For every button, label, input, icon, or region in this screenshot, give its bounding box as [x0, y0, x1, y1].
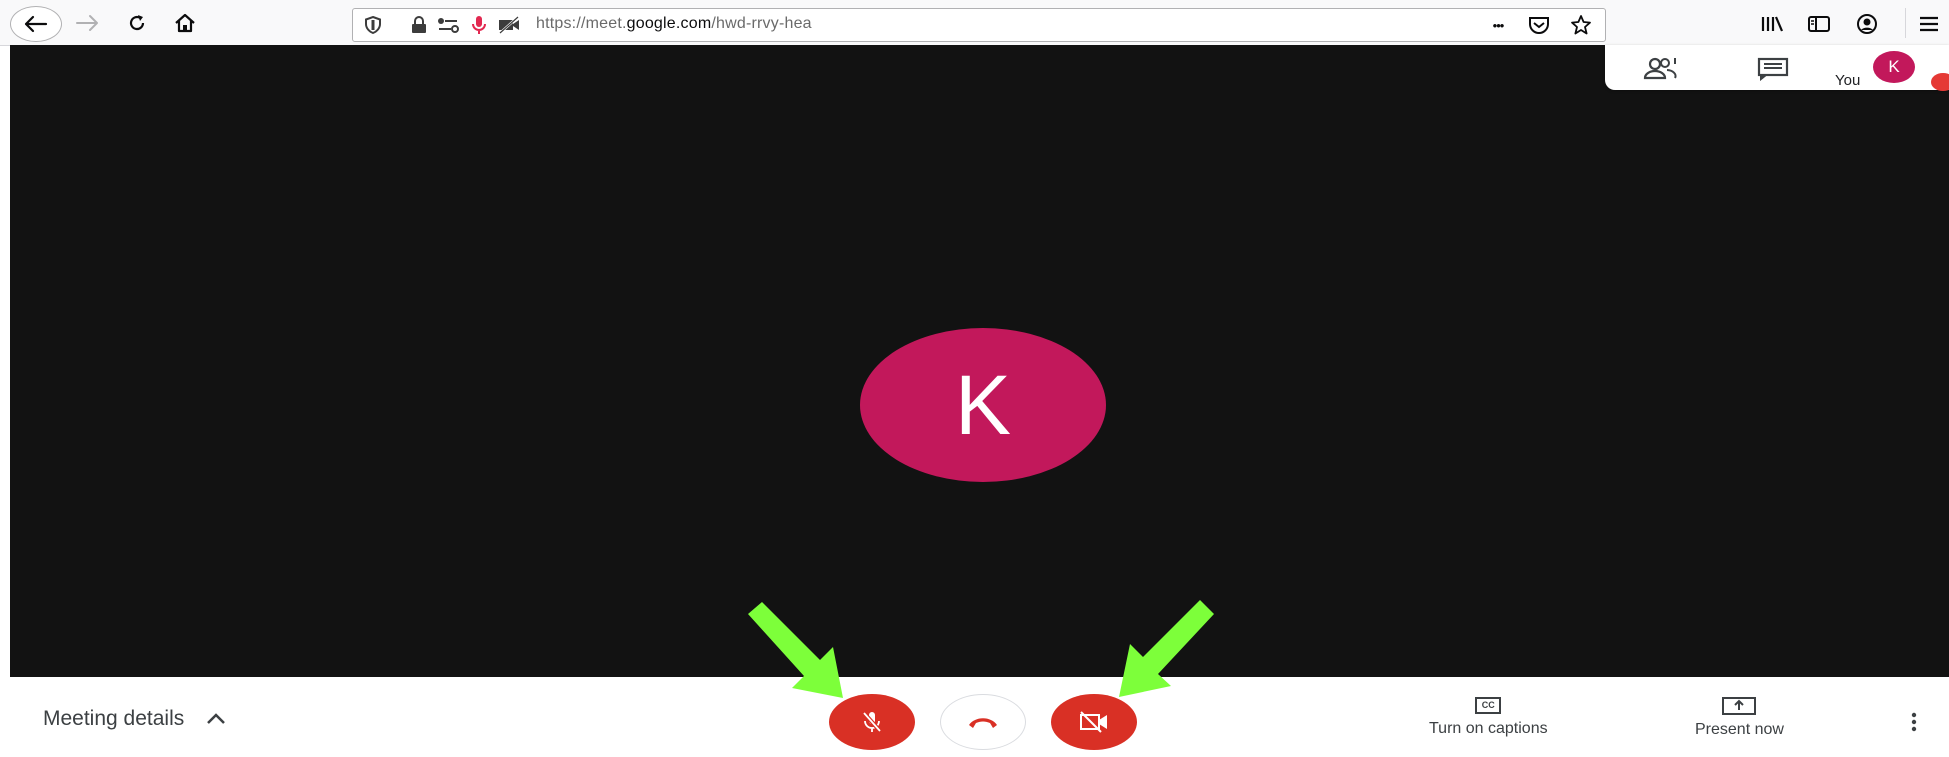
toolbar-divider [1905, 8, 1906, 38]
camera-off-icon [1080, 711, 1107, 733]
menu-icon[interactable] [1915, 10, 1943, 38]
reload-button[interactable] [120, 6, 154, 40]
captions-button[interactable]: CC Turn on captions [1429, 697, 1548, 738]
url-path: /hwd-rrvy-hea [711, 15, 812, 32]
arrow-left-icon [24, 15, 48, 33]
microphone-toggle-button[interactable] [829, 694, 915, 750]
present-screen-icon [1722, 697, 1757, 715]
captions-label: Turn on captions [1429, 720, 1548, 737]
meeting-details-label: Meeting details [43, 707, 185, 730]
chevron-up-icon [207, 713, 226, 724]
home-icon [175, 13, 195, 33]
account-icon[interactable] [1853, 10, 1881, 38]
back-button[interactable] [10, 6, 62, 42]
home-button[interactable] [168, 6, 202, 40]
url-bar[interactable]: https://meet.google.com/hwd-rrvy-hea ••• [352, 8, 1606, 42]
bookmark-star-icon[interactable] [1570, 14, 1592, 36]
leave-call-button[interactable] [940, 694, 1026, 750]
meeting-controls-bar: Meeting details CC Turn on captions Pres… [0, 677, 1949, 757]
forward-button[interactable] [70, 6, 104, 40]
library-icon[interactable] [1758, 10, 1786, 38]
url-prefix: https://meet. [536, 15, 627, 32]
camera-blocked-icon[interactable] [498, 14, 520, 36]
sidebar-icon[interactable] [1805, 10, 1833, 38]
meeting-details-button[interactable]: Meeting details [43, 707, 226, 731]
url-text[interactable]: https://meet.google.com/hwd-rrvy-hea [536, 15, 812, 33]
lock-icon[interactable] [408, 14, 430, 36]
browser-toolbar: https://meet.google.com/hwd-rrvy-hea ••• [0, 0, 1949, 46]
more-vertical-icon [1911, 712, 1917, 732]
self-avatar[interactable]: K [1873, 51, 1915, 83]
shield-icon[interactable] [362, 14, 384, 36]
pocket-icon[interactable] [1528, 14, 1550, 36]
page-actions-icon[interactable]: ••• [1483, 14, 1513, 36]
permissions-icon[interactable] [437, 14, 459, 36]
participant-avatar: K [860, 328, 1106, 482]
microphone-off-icon [862, 711, 882, 733]
present-button[interactable]: Present now [1695, 697, 1784, 739]
arrow-right-icon [76, 15, 98, 31]
chat-icon[interactable] [1757, 57, 1789, 86]
camera-toggle-button[interactable] [1051, 694, 1137, 750]
muted-indicator-icon [1931, 73, 1949, 91]
you-label: You [1835, 72, 1861, 89]
participants-panel: You K [1605, 45, 1949, 91]
reload-icon [129, 15, 145, 31]
annotation-arrow-mic [748, 602, 843, 698]
url-domain: google.com [626, 15, 712, 32]
annotation-arrow-camera [1119, 600, 1214, 697]
closed-captions-icon: CC [1475, 697, 1502, 714]
microphone-active-icon[interactable] [468, 14, 490, 36]
present-label: Present now [1695, 721, 1784, 738]
more-options-button[interactable] [1906, 707, 1922, 737]
hang-up-icon [969, 718, 997, 728]
people-icon[interactable] [1643, 55, 1681, 86]
